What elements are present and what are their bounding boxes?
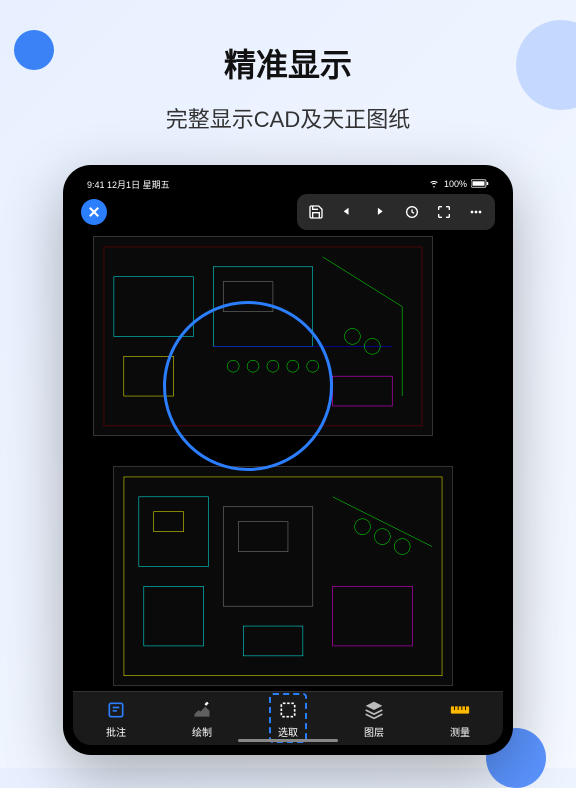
draw-icon bbox=[191, 699, 213, 721]
tab-label: 测量 bbox=[450, 724, 470, 739]
battery-icon bbox=[471, 179, 489, 190]
save-button[interactable] bbox=[301, 198, 331, 226]
tab-layers[interactable]: 图层 bbox=[363, 699, 385, 739]
main-toolbar bbox=[73, 193, 503, 231]
tab-label: 选取 bbox=[278, 724, 298, 739]
more-button[interactable] bbox=[461, 198, 491, 226]
statusbar-date: 12月1日 星期五 bbox=[107, 180, 170, 190]
page-title: 精准显示 bbox=[0, 0, 576, 86]
fullscreen-button[interactable] bbox=[429, 198, 459, 226]
tab-select[interactable]: 选取 bbox=[277, 699, 299, 739]
undo-button[interactable] bbox=[333, 198, 363, 226]
wifi-icon bbox=[428, 177, 440, 191]
statusbar: 9:41 12月1日 星期五 100% bbox=[73, 175, 503, 193]
drawing-canvas[interactable] bbox=[73, 231, 503, 691]
statusbar-left: 9:41 12月1日 星期五 bbox=[87, 178, 170, 191]
tab-annotate[interactable]: 批注 bbox=[105, 699, 127, 739]
page-subtitle: 完整显示CAD及天正图纸 bbox=[0, 102, 576, 134]
toolbar-group bbox=[297, 194, 495, 230]
bg-decoration-circle bbox=[14, 30, 54, 70]
close-button[interactable] bbox=[81, 199, 107, 225]
redo-button[interactable] bbox=[365, 198, 395, 226]
tab-draw[interactable]: 绘制 bbox=[191, 699, 213, 739]
statusbar-right: 100% bbox=[428, 177, 489, 191]
tablet-screen: 9:41 12月1日 星期五 100% bbox=[73, 175, 503, 745]
tablet-frame: 9:41 12月1日 星期五 100% bbox=[63, 165, 513, 755]
note-icon bbox=[105, 699, 127, 721]
ruler-icon bbox=[449, 699, 471, 721]
home-indicator[interactable] bbox=[238, 739, 338, 742]
magnifier-overlay bbox=[163, 301, 333, 471]
layers-icon bbox=[363, 699, 385, 721]
bottom-tabs: 批注 绘制 选取 图层 bbox=[73, 691, 503, 745]
tab-label: 绘制 bbox=[192, 724, 212, 739]
tab-label: 批注 bbox=[106, 724, 126, 739]
battery-pct: 100% bbox=[444, 179, 467, 189]
sync-button[interactable] bbox=[397, 198, 427, 226]
tab-label: 图层 bbox=[364, 724, 384, 739]
select-icon bbox=[277, 699, 299, 721]
cad-drawing-2 bbox=[113, 466, 453, 686]
tab-measure[interactable]: 测量 bbox=[449, 699, 471, 739]
statusbar-time: 9:41 bbox=[87, 180, 105, 190]
